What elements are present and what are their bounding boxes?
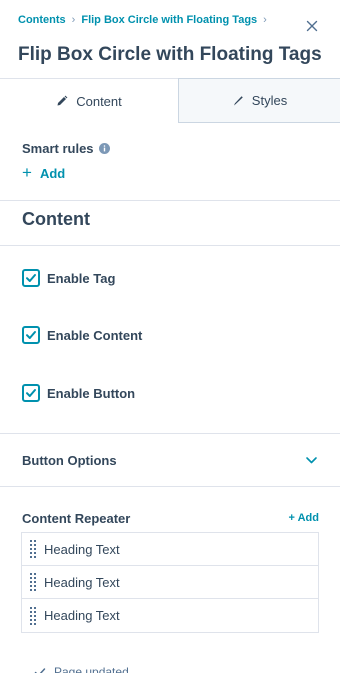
section-title-content: Content bbox=[22, 209, 90, 229]
checkbox-enable-content[interactable]: Enable Content bbox=[22, 326, 142, 344]
close-button[interactable] bbox=[304, 18, 320, 34]
checkmark-icon bbox=[34, 668, 46, 673]
checkbox-box[interactable] bbox=[22, 384, 40, 402]
chevron-down-icon bbox=[306, 457, 317, 464]
drag-handle-icon[interactable] bbox=[22, 533, 44, 566]
close-icon bbox=[306, 20, 318, 32]
breadcrumb-link-module[interactable]: Flip Box Circle with Floating Tags bbox=[81, 14, 257, 26]
checkbox-enable-tag[interactable]: Enable Tag bbox=[22, 269, 115, 287]
repeater-add-button[interactable]: + Add bbox=[289, 512, 319, 524]
list-item[interactable]: Heading Text bbox=[22, 533, 318, 566]
list-item-label: Heading Text bbox=[44, 541, 120, 557]
tab-bar: Content Styles bbox=[0, 78, 340, 123]
tab-content-label: Content bbox=[76, 93, 122, 109]
divider bbox=[0, 486, 340, 487]
panel-title: Flip Box Circle with Floating Tags bbox=[18, 44, 322, 65]
drag-handle-icon[interactable] bbox=[22, 599, 44, 632]
breadcrumb-separator: › bbox=[263, 14, 267, 26]
checkbox-enable-button[interactable]: Enable Button bbox=[22, 384, 135, 402]
pencil-icon bbox=[57, 95, 68, 106]
tab-styles[interactable]: Styles bbox=[178, 78, 340, 123]
repeater-list: Heading Text Heading Text Heading Text bbox=[21, 532, 319, 633]
info-icon[interactable] bbox=[98, 143, 110, 154]
repeater-title: Content Repeater bbox=[22, 511, 131, 526]
tab-content[interactable]: Content bbox=[0, 78, 178, 123]
smart-rules-label: Smart rules bbox=[22, 141, 110, 156]
list-item[interactable]: Heading Text bbox=[22, 566, 318, 599]
status-message: Page updated bbox=[34, 665, 129, 673]
list-item-label: Heading Text bbox=[44, 608, 120, 623]
checkbox-box[interactable] bbox=[22, 269, 40, 287]
divider bbox=[0, 245, 340, 246]
button-options-accordion[interactable]: Button Options bbox=[0, 434, 340, 486]
list-item-label: Heading Text bbox=[44, 574, 120, 590]
status-message-text: Page updated bbox=[54, 665, 129, 673]
add-smart-rule-button[interactable]: + Add bbox=[22, 163, 66, 182]
panel-header: Contents › Flip Box Circle with Floating… bbox=[0, 0, 340, 78]
list-item[interactable]: Heading Text bbox=[22, 599, 318, 632]
checkbox-label: Enable Content bbox=[47, 327, 143, 343]
breadcrumb-link-contents[interactable]: Contents bbox=[18, 14, 66, 26]
checkmark-icon bbox=[26, 331, 36, 339]
add-smart-rule-label: Add bbox=[39, 165, 66, 181]
checkmark-icon bbox=[26, 274, 36, 282]
accordion-label: Button Options bbox=[22, 452, 117, 468]
tab-styles-label: Styles bbox=[251, 93, 288, 108]
drag-handle-icon[interactable] bbox=[22, 566, 44, 599]
brush-icon bbox=[233, 95, 243, 105]
divider bbox=[0, 200, 340, 201]
checkmark-icon bbox=[26, 389, 36, 397]
plus-icon: + bbox=[22, 163, 32, 182]
checkbox-box[interactable] bbox=[22, 326, 40, 344]
breadcrumb: Contents › Flip Box Circle with Floating… bbox=[18, 14, 273, 26]
smart-rules-text: Smart rules bbox=[22, 141, 94, 156]
checkbox-label: Enable Button bbox=[47, 385, 136, 401]
breadcrumb-separator: › bbox=[71, 14, 76, 26]
checkbox-label: Enable Tag bbox=[47, 270, 116, 286]
